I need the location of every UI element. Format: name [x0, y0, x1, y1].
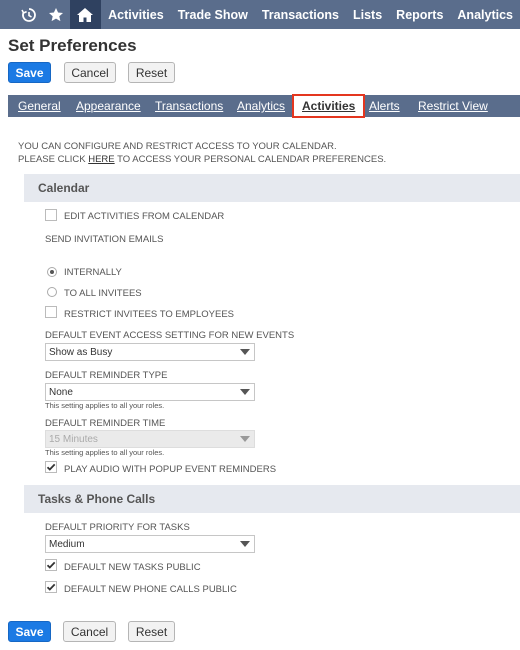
intro-text: YOU CAN CONFIGURE AND RESTRICT ACCESS TO…	[18, 140, 386, 166]
cancel-button-bottom[interactable]: Cancel	[63, 621, 116, 642]
nav-reports[interactable]: Reports	[389, 0, 450, 29]
page-title: Set Preferences	[8, 36, 137, 55]
top-navigation: Activities Trade Show Transactions Lists…	[0, 0, 520, 29]
default-priority-label: DEFAULT PRIORITY FOR TASKS	[45, 522, 190, 533]
to-all-invitees-radio[interactable]	[47, 287, 57, 297]
nav-lists[interactable]: Lists	[346, 0, 389, 29]
default-event-access-value: Show as Busy	[49, 346, 113, 358]
default-priority-select[interactable]: Medium	[45, 535, 255, 553]
reminder-type-hint: This setting applies to all your roles.	[45, 401, 165, 410]
save-button-bottom[interactable]: Save	[8, 621, 51, 642]
reset-button-top[interactable]: Reset	[128, 62, 175, 83]
chevron-down-icon	[240, 349, 250, 355]
default-reminder-type-value: None	[49, 386, 73, 398]
send-invitations-label: SEND INVITATION EMAILS	[45, 234, 164, 245]
nav-analytics[interactable]: Analytics	[450, 0, 520, 29]
tasks-section-title: Tasks & Phone Calls	[38, 492, 156, 506]
edit-activities-checkbox[interactable]	[45, 209, 57, 221]
default-reminder-type-label: DEFAULT REMINDER TYPE	[45, 370, 168, 381]
history-icon[interactable]	[16, 0, 43, 29]
play-audio-label: PLAY AUDIO WITH POPUP EVENT REMINDERS	[64, 464, 277, 475]
internally-label: INTERNALLY	[64, 267, 122, 278]
internally-radio[interactable]	[47, 267, 57, 277]
reminder-time-hint: This setting applies to all your roles.	[45, 448, 165, 457]
calendar-section-title: Calendar	[38, 181, 90, 195]
default-reminder-time-select: 15 Minutes	[45, 430, 255, 448]
default-reminder-time-value: 15 Minutes	[49, 433, 98, 445]
nav-transactions[interactable]: Transactions	[255, 0, 346, 29]
save-button-top[interactable]: Save	[8, 62, 51, 83]
default-event-access-select[interactable]: Show as Busy	[45, 343, 255, 361]
default-event-access-label: DEFAULT EVENT ACCESS SETTING FOR NEW EVE…	[45, 330, 295, 341]
default-reminder-type-select[interactable]: None	[45, 383, 255, 401]
tab-activities[interactable]: Activities	[292, 94, 366, 118]
intro-line-1: YOU CAN CONFIGURE AND RESTRICT ACCESS TO…	[18, 141, 337, 152]
default-priority-value: Medium	[49, 538, 85, 550]
tab-alerts[interactable]: Alerts	[369, 95, 400, 117]
checkmark-icon	[46, 583, 56, 591]
chevron-down-icon	[240, 389, 250, 395]
tab-transactions[interactable]: Transactions	[155, 95, 223, 117]
checkmark-icon	[46, 463, 56, 471]
preference-subtabs: General Appearance Transactions Analytic…	[8, 94, 520, 118]
calls-public-checkbox[interactable]	[45, 581, 57, 593]
reset-button-bottom[interactable]: Reset	[128, 621, 175, 642]
tasks-public-checkbox[interactable]	[45, 559, 57, 571]
home-icon[interactable]	[69, 0, 102, 29]
play-audio-checkbox[interactable]	[45, 461, 57, 473]
tasks-public-label: DEFAULT NEW TASKS PUBLIC	[64, 562, 201, 573]
restrict-invitees-label: RESTRICT INVITEES TO EMPLOYEES	[64, 309, 234, 320]
intro-line-2-pre: PLEASE CLICK	[18, 154, 89, 165]
restrict-invitees-checkbox[interactable]	[45, 306, 57, 318]
nav-trade-show[interactable]: Trade Show	[171, 0, 255, 29]
edit-activities-label: EDIT ACTIVITIES FROM CALENDAR	[64, 211, 225, 222]
cancel-button-top[interactable]: Cancel	[64, 62, 116, 83]
nav-activities[interactable]: Activities	[101, 0, 171, 29]
tab-restrict-view[interactable]: Restrict View	[418, 95, 488, 117]
intro-line-2-post: TO ACCESS YOUR PERSONAL CALENDAR PREFERE…	[114, 154, 387, 165]
default-reminder-time-label: DEFAULT REMINDER TIME	[45, 418, 166, 429]
tab-general[interactable]: General	[18, 95, 61, 117]
to-all-invitees-label: TO ALL INVITEES	[64, 288, 142, 299]
tab-appearance[interactable]: Appearance	[76, 95, 141, 117]
calls-public-label: DEFAULT NEW PHONE CALLS PUBLIC	[64, 584, 237, 595]
calendar-section-header: Calendar	[24, 174, 520, 202]
checkmark-icon	[46, 561, 56, 569]
intro-line-2: PLEASE CLICK HERE TO ACCESS YOUR PERSONA…	[18, 153, 386, 166]
chevron-down-icon	[240, 541, 250, 547]
calendar-preferences-link[interactable]: HERE	[88, 154, 114, 165]
chevron-down-icon	[240, 436, 250, 442]
star-icon[interactable]	[43, 0, 70, 29]
tab-analytics[interactable]: Analytics	[237, 95, 285, 117]
tasks-section-header: Tasks & Phone Calls	[24, 485, 520, 513]
